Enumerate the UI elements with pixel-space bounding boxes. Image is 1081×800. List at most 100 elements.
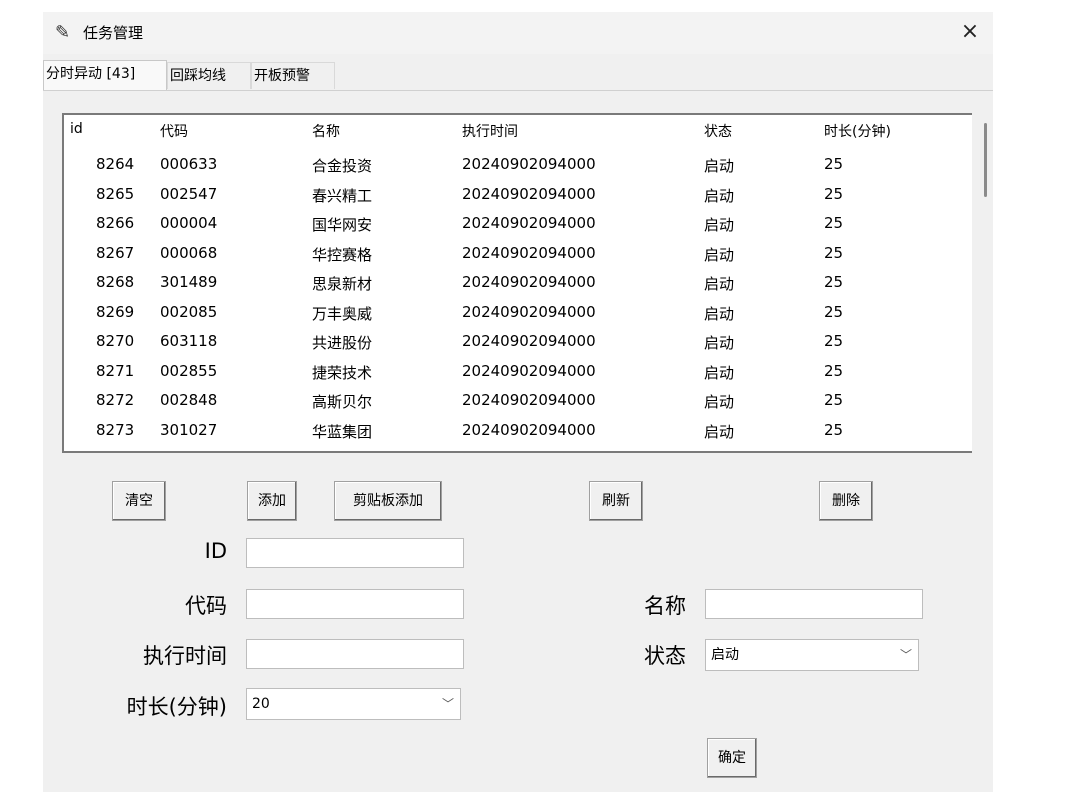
cell-id: 8265 [96,184,135,203]
cell-code: 002085 [160,302,218,321]
cell-duration: 25 [824,391,844,409]
id-input[interactable] [246,538,464,568]
table-row[interactable]: 8267 000068 华控赛格 20240902094000 启动 25 [64,239,974,268]
chevron-down-icon[interactable]: ﹀ [442,689,454,719]
close-icon[interactable]: × [947,12,993,54]
cell-name: 高斯贝尔 [312,393,373,411]
delete-button[interactable]: 删除 [819,481,873,521]
refresh-button[interactable]: 刷新 [589,481,643,521]
window-title: 任务管理 [83,24,144,42]
id-label: ID [204,539,227,563]
tab-intraday-movement[interactable]: 分时异动 [43] [43,60,167,91]
cell-code: 000004 [160,214,218,232]
cell-status: 启动 [704,216,735,234]
tab-open-board-alert[interactable]: 开板预警 [251,62,335,89]
table-row[interactable]: 8273 301027 华蓝集团 20240902094000 启动 25 [64,416,974,445]
cell-id: 8271 [96,361,135,380]
cell-name: 国华网安 [312,216,373,234]
cell-duration: 25 [824,420,844,439]
clipboard-add-button[interactable]: 剪贴板添加 [334,481,442,521]
cell-id: 8273 [96,420,135,439]
cell-code: 000068 [160,243,218,262]
cell-duration: 25 [824,214,844,232]
cell-exec-time: 20240902094000 [462,361,596,380]
cell-id: 8264 [96,155,135,173]
table-row[interactable]: 8269 002085 万丰奥威 20240902094000 启动 25 [64,298,974,327]
name-input[interactable] [705,589,923,619]
cell-exec-time: 20240902094000 [462,214,596,232]
table-row[interactable]: 8264 000633 合金投资 20240902094000 启动 25 [64,150,974,179]
cell-exec-time: 20240902094000 [462,184,596,203]
cell-duration: 25 [824,273,844,291]
cell-code: 603118 [160,332,218,350]
column-header-id[interactable]: id [70,121,83,137]
cell-status: 启动 [704,363,735,382]
tab-divider [43,90,993,91]
cell-status: 启动 [704,245,735,264]
duration-label: 时长(分钟) [126,695,227,719]
add-button[interactable]: 添加 [247,481,297,521]
cell-status: 启动 [704,275,735,293]
clear-button[interactable]: 清空 [112,481,166,521]
cell-code: 000633 [160,155,218,173]
cell-status: 启动 [704,393,735,411]
table-row[interactable]: 8271 002855 捷荣技术 20240902094000 启动 25 [64,357,974,386]
cell-code: 301489 [160,273,218,291]
cell-id: 8270 [96,332,135,350]
cell-exec-time: 20240902094000 [462,302,596,321]
vertical-scrollbar[interactable] [972,113,990,463]
table-row[interactable]: 8266 000004 国华网安 20240902094000 启动 25 [64,209,974,238]
cell-duration: 25 [824,302,844,321]
code-label: 代码 [185,594,227,618]
cell-name: 华蓝集团 [312,422,373,441]
title-bar: ✎ 任务管理 × [43,12,993,54]
cell-status: 启动 [704,157,735,175]
table-row[interactable]: 8272 002848 高斯贝尔 20240902094000 启动 25 [64,386,974,415]
cell-exec-time: 20240902094000 [462,273,596,291]
cell-id: 8266 [96,214,135,232]
exec-time-label: 执行时间 [143,644,227,668]
table-row[interactable]: 8265 002547 春兴精工 20240902094000 启动 25 [64,180,974,209]
task-table[interactable]: id 代码 名称 执行时间 状态 时长(分钟) 8264 000633 合金投资… [62,113,974,453]
cell-duration: 25 [824,332,844,350]
status-select-value: 启动 [711,647,739,663]
cell-name: 合金投资 [312,157,373,175]
cell-status: 启动 [704,422,735,441]
duration-select[interactable]: 20 ﹀ [246,688,461,720]
tab-pullback-ma[interactable]: 回踩均线 [167,62,251,89]
task-manager-window: ✎ 任务管理 × 分时异动 [43] 回踩均线 开板预警 id 代码 名称 执行… [43,12,993,792]
table-row[interactable]: 8268 301489 思泉新材 20240902094000 启动 25 [64,268,974,297]
cell-duration: 25 [824,243,844,262]
cell-name: 华控赛格 [312,245,373,264]
column-header-code[interactable]: 代码 [160,121,188,141]
cell-id: 8267 [96,243,135,262]
status-select[interactable]: 启动 ﹀ [705,639,919,671]
cell-id: 8268 [96,273,135,291]
cell-exec-time: 20240902094000 [462,155,596,173]
cell-duration: 25 [824,361,844,380]
cell-id: 8269 [96,302,135,321]
code-input[interactable] [246,589,464,619]
cell-status: 启动 [704,304,735,323]
cell-exec-time: 20240902094000 [462,420,596,439]
column-header-name[interactable]: 名称 [312,121,340,141]
confirm-button[interactable]: 确定 [707,738,757,778]
cell-id: 8272 [96,391,135,409]
duration-select-value: 20 [252,696,270,712]
cell-code: 002855 [160,361,218,380]
chevron-down-icon[interactable]: ﹀ [900,640,912,670]
name-label: 名称 [644,594,686,618]
tab-bar: 分时异动 [43] 回踩均线 开板预警 [43,60,993,91]
cell-name: 捷荣技术 [312,363,373,382]
column-header-status[interactable]: 状态 [704,121,732,141]
cell-exec-time: 20240902094000 [462,243,596,262]
scrollbar-thumb[interactable] [984,123,987,197]
column-header-exec-time[interactable]: 执行时间 [462,121,518,141]
cell-exec-time: 20240902094000 [462,391,596,409]
exec-time-input[interactable] [246,639,464,669]
table-row[interactable]: 8270 603118 共进股份 20240902094000 启动 25 [64,327,974,356]
column-header-duration[interactable]: 时长(分钟) [824,121,891,141]
cell-code: 002547 [160,184,218,203]
cell-name: 春兴精工 [312,186,373,205]
cell-name: 思泉新材 [312,275,373,293]
